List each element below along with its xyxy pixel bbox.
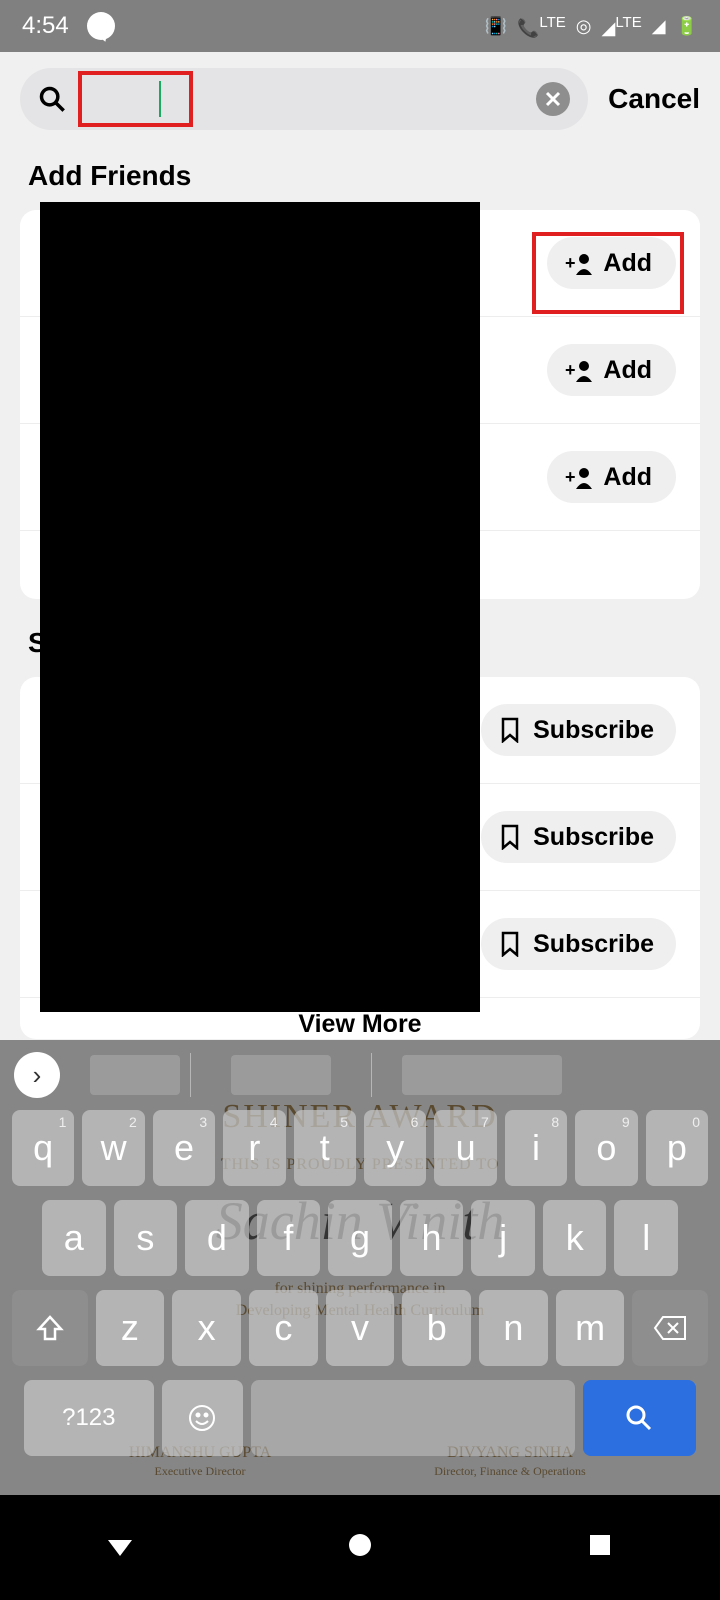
add-friend-button[interactable]: + Add <box>547 237 676 289</box>
bookmark-icon <box>499 824 521 850</box>
keyboard: SHINER AWARD THIS IS PROUDLY PRESENTED T… <box>0 1040 720 1495</box>
key-a[interactable]: a <box>42 1200 106 1276</box>
add-label: Add <box>603 463 652 492</box>
suggestion-1[interactable] <box>90 1055 180 1095</box>
key-z[interactable]: z <box>96 1290 165 1366</box>
add-person-icon: + <box>565 358 593 382</box>
cancel-button[interactable]: Cancel <box>608 83 700 115</box>
key-q[interactable]: q1 <box>12 1110 74 1186</box>
search-header: Cancel <box>0 52 720 146</box>
subscribe-button[interactable]: Subscribe <box>481 811 676 863</box>
key-j[interactable]: j <box>471 1200 535 1276</box>
vibrate-icon: 📳 <box>485 16 507 37</box>
key-d[interactable]: d <box>185 1200 249 1276</box>
search-icon <box>38 85 66 113</box>
add-person-icon: + <box>565 251 593 275</box>
subscribe-label: Subscribe <box>533 930 654 959</box>
recents-button[interactable] <box>585 1530 615 1565</box>
search-key[interactable] <box>583 1380 696 1456</box>
svg-text:+: + <box>565 360 576 380</box>
add-friend-button[interactable]: + Add <box>547 451 676 503</box>
emoji-icon <box>188 1404 216 1432</box>
key-h[interactable]: h <box>400 1200 464 1276</box>
battery-icon: 🔋 <box>676 16 698 37</box>
add-friends-title: Add Friends <box>0 146 720 210</box>
key-n[interactable]: n <box>479 1290 548 1366</box>
backspace-icon <box>653 1315 687 1341</box>
expand-suggestions-button[interactable]: › <box>14 1052 60 1098</box>
shift-icon <box>35 1313 65 1343</box>
subscribe-label: Subscribe <box>533 716 654 745</box>
key-i[interactable]: i8 <box>505 1110 567 1186</box>
hotspot-icon: ◎ <box>576 16 592 37</box>
add-label: Add <box>603 356 652 385</box>
bookmark-icon <box>499 931 521 957</box>
backspace-key[interactable] <box>632 1290 708 1366</box>
signal2-icon: ◢ <box>652 16 666 37</box>
shift-key[interactable] <box>12 1290 88 1366</box>
add-friend-button[interactable]: + Add <box>547 344 676 396</box>
subscribe-button[interactable]: Subscribe <box>481 918 676 970</box>
search-input[interactable] <box>78 71 193 127</box>
cert-sig2b: Director, Finance & Operations <box>380 1464 640 1479</box>
key-x[interactable]: x <box>172 1290 241 1366</box>
key-s[interactable]: s <box>114 1200 178 1276</box>
suggestion-3[interactable] <box>402 1055 562 1095</box>
android-nav-bar <box>0 1495 720 1600</box>
add-label: Add <box>603 249 652 278</box>
key-l[interactable]: l <box>614 1200 678 1276</box>
search-box[interactable] <box>20 68 588 130</box>
home-button[interactable] <box>345 1530 375 1565</box>
key-v[interactable]: v <box>326 1290 395 1366</box>
close-icon <box>545 91 561 107</box>
key-g[interactable]: g <box>328 1200 392 1276</box>
keyboard-suggestions: › <box>0 1040 720 1110</box>
signal-icon: ◢LTE <box>601 14 641 39</box>
back-button[interactable] <box>105 1530 135 1565</box>
key-y[interactable]: y6 <box>364 1110 426 1186</box>
status-time: 4:54 <box>22 12 69 40</box>
svg-text:+: + <box>565 253 576 273</box>
redaction-overlay <box>40 202 480 1012</box>
status-icons: 📳 📞LTE ◎ ◢LTE ◢ 🔋 <box>485 14 698 39</box>
key-o[interactable]: o9 <box>575 1110 637 1186</box>
add-person-icon: + <box>565 465 593 489</box>
key-b[interactable]: b <box>402 1290 471 1366</box>
key-m[interactable]: m <box>556 1290 625 1366</box>
symbols-key[interactable]: ?123 <box>24 1380 154 1456</box>
emoji-key[interactable] <box>162 1380 243 1456</box>
key-f[interactable]: f <box>257 1200 321 1276</box>
search-icon <box>624 1403 654 1433</box>
key-r[interactable]: r4 <box>223 1110 285 1186</box>
svg-text:+: + <box>565 467 576 487</box>
bookmark-icon <box>499 717 521 743</box>
clear-search-button[interactable] <box>536 82 570 116</box>
key-p[interactable]: p0 <box>646 1110 708 1186</box>
status-bar: 4:54 📳 📞LTE ◎ ◢LTE ◢ 🔋 <box>0 0 720 52</box>
key-u[interactable]: u7 <box>434 1110 496 1186</box>
messenger-icon <box>87 12 115 40</box>
subscribe-label: Subscribe <box>533 823 654 852</box>
key-e[interactable]: e3 <box>153 1110 215 1186</box>
key-c[interactable]: c <box>249 1290 318 1366</box>
wifi-call-icon: 📞LTE <box>517 14 566 39</box>
space-key[interactable] <box>251 1380 575 1456</box>
cert-sig1b: Executive Director <box>90 1464 310 1479</box>
key-k[interactable]: k <box>543 1200 607 1276</box>
key-t[interactable]: t5 <box>294 1110 356 1186</box>
subscribe-button[interactable]: Subscribe <box>481 704 676 756</box>
key-w[interactable]: w2 <box>82 1110 144 1186</box>
suggestion-2[interactable] <box>231 1055 331 1095</box>
